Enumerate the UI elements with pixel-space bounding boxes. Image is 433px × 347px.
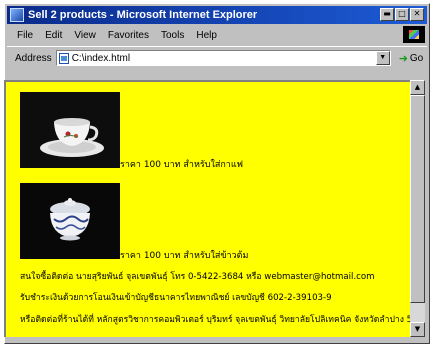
ie-icon: [10, 8, 24, 22]
go-button[interactable]: ➜ Go: [399, 52, 424, 65]
address-label: Address: [15, 52, 52, 64]
bowl-image: [20, 183, 120, 259]
teacup-illustration: [20, 92, 120, 168]
windows-logo-icon: [403, 26, 425, 43]
menu-favorites[interactable]: Favorites: [102, 30, 155, 41]
window-title: Sell 2 products - Microsoft Internet Exp…: [28, 9, 258, 21]
page-icon: [58, 52, 69, 64]
page-content: ราคา 100 บาท สำหรับใส่กาแฟ ราคา 100 บาท …: [4, 80, 410, 337]
product-2-price: ราคา 100 บาท สำหรับใส่ข้าวต้ม: [120, 251, 249, 261]
scroll-up-icon[interactable]: ▲: [410, 80, 425, 95]
contact-line-3: หรือติดต่อที่ร้านได้ที่ หลักสูตรวิชาการค…: [20, 315, 410, 325]
go-label: Go: [409, 52, 424, 64]
menu-help[interactable]: Help: [190, 30, 223, 41]
address-url[interactable]: C:\index.html: [72, 53, 130, 64]
product-1-price: ราคา 100 บาท สำหรับใส่กาแฟ: [120, 160, 244, 170]
product-2: [20, 183, 120, 259]
maximize-icon[interactable]: □: [395, 8, 409, 21]
minimize-icon[interactable]: ▬: [380, 8, 394, 21]
menu-edit[interactable]: Edit: [39, 30, 68, 41]
bowl-illustration: [20, 183, 120, 259]
window-controls: ▬ □ ✕: [380, 8, 424, 21]
scroll-thumb[interactable]: [410, 95, 425, 303]
menu-view[interactable]: View: [68, 30, 102, 41]
menu-tools[interactable]: Tools: [155, 30, 190, 41]
teacup-image: [20, 92, 120, 168]
product-1: [20, 92, 120, 168]
title-bar[interactable]: Sell 2 products - Microsoft Internet Exp…: [7, 6, 427, 24]
menu-file[interactable]: File: [7, 30, 39, 41]
menu-bar: File Edit View Favorites Tools Help: [7, 26, 427, 44]
address-bar: Address C:\index.html ▼ ➜ Go: [7, 46, 427, 69]
scroll-down-icon[interactable]: ▼: [410, 322, 425, 337]
address-dropdown-icon[interactable]: ▼: [375, 51, 390, 65]
contact-line-1: สนใจซื้อติดต่อ นายสุริยพันธ์ จุลเขตพันธุ…: [20, 272, 375, 282]
close-icon[interactable]: ✕: [410, 8, 424, 21]
contact-line-2: รับชำระเงินด้วยการโอนเงินเข้าบัญชีธนาคาร…: [20, 293, 332, 303]
address-input[interactable]: C:\index.html ▼: [55, 50, 391, 66]
vertical-scrollbar[interactable]: ▲ ▼: [410, 80, 425, 337]
go-arrow-icon: ➜: [398, 52, 408, 65]
